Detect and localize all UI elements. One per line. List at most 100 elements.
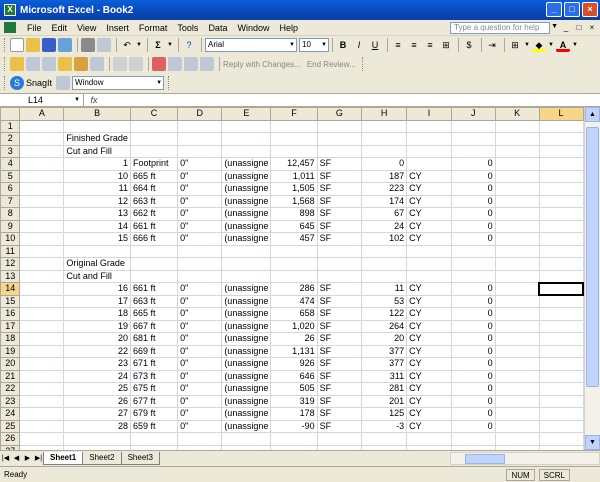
reply-with-changes-button[interactable]: Reply with Changes... — [223, 60, 301, 69]
cell[interactable] — [129, 144, 179, 158]
cell[interactable]: 12 — [63, 194, 131, 208]
cell[interactable] — [361, 144, 408, 158]
column-header-d[interactable]: D — [177, 107, 223, 121]
help-search-input[interactable]: Type a question for help — [450, 22, 550, 34]
new-icon[interactable] — [10, 38, 24, 52]
cell[interactable]: 0 — [450, 394, 496, 408]
cell[interactable] — [538, 344, 584, 358]
cell[interactable]: 264 — [361, 319, 408, 333]
cell[interactable]: 0" — [177, 307, 223, 321]
cell[interactable] — [221, 269, 272, 283]
cell[interactable] — [494, 382, 540, 396]
cell[interactable] — [19, 269, 65, 283]
cell[interactable] — [316, 269, 363, 283]
menu-insert[interactable]: Insert — [101, 23, 134, 33]
row-header[interactable]: 8 — [0, 207, 21, 221]
cell[interactable]: 0" — [177, 382, 223, 396]
toolbar-grip[interactable] — [4, 76, 7, 90]
cell[interactable] — [494, 357, 540, 371]
cell[interactable] — [19, 144, 65, 158]
permission-icon[interactable] — [58, 38, 72, 52]
italic-button[interactable]: I — [352, 38, 366, 52]
cell[interactable]: 646 — [270, 369, 318, 383]
cell[interactable]: SF — [316, 357, 363, 371]
cell[interactable] — [494, 182, 540, 196]
cell[interactable] — [494, 319, 540, 333]
vertical-scrollbar[interactable]: ▲ ▼ — [584, 107, 600, 450]
cell[interactable]: 20 — [63, 332, 131, 346]
cell[interactable]: (unassigne — [221, 182, 272, 196]
cell[interactable] — [538, 407, 584, 421]
cell[interactable]: 898 — [270, 207, 318, 221]
cell[interactable] — [494, 257, 540, 271]
underline-button[interactable]: U — [368, 38, 382, 52]
cell[interactable] — [538, 257, 584, 271]
insert-function-icon[interactable]: fx — [84, 95, 104, 105]
cell[interactable] — [221, 119, 272, 133]
cell[interactable]: 0 — [450, 157, 496, 171]
cell[interactable]: SF — [316, 394, 363, 408]
cell[interactable] — [19, 132, 65, 146]
cell[interactable] — [538, 294, 584, 308]
cell[interactable]: 0" — [177, 344, 223, 358]
column-header-f[interactable]: F — [270, 107, 318, 121]
cell[interactable] — [494, 244, 540, 258]
cell[interactable] — [19, 294, 65, 308]
cell[interactable]: 0 — [450, 307, 496, 321]
cell[interactable]: CY — [406, 169, 452, 183]
scroll-down-icon[interactable]: ▼ — [585, 435, 600, 450]
cell[interactable]: 1,020 — [270, 319, 318, 333]
borders-dropdown-icon[interactable]: ▼ — [524, 38, 530, 52]
row-header[interactable]: 1 — [0, 119, 21, 133]
help-dropdown-icon[interactable]: ▼ — [551, 23, 558, 30]
cell[interactable]: 286 — [270, 282, 318, 296]
cell[interactable]: -3 — [361, 419, 408, 433]
cell[interactable]: 661 ft — [129, 282, 179, 296]
snagit-icon[interactable]: S — [10, 76, 24, 90]
print-icon[interactable] — [81, 38, 95, 52]
cell[interactable]: 122 — [361, 307, 408, 321]
cell[interactable]: (unassigne — [221, 369, 272, 383]
cell[interactable]: 23 — [63, 357, 131, 371]
cell[interactable]: 0 — [450, 419, 496, 433]
cell[interactable]: SF — [316, 407, 363, 421]
name-box[interactable]: L14 ▼ — [0, 94, 84, 106]
cell[interactable]: (unassigne — [221, 194, 272, 208]
cell[interactable] — [19, 407, 65, 421]
cell[interactable]: CY — [406, 294, 452, 308]
row-header[interactable]: 5 — [0, 169, 21, 183]
cell[interactable]: 0 — [450, 169, 496, 183]
cell[interactable]: SF — [316, 419, 363, 433]
cell[interactable]: (unassigne — [221, 394, 272, 408]
column-header-g[interactable]: G — [316, 107, 363, 121]
cell[interactable]: 0" — [177, 219, 223, 233]
row-header[interactable]: 18 — [0, 332, 21, 346]
row-header[interactable]: 11 — [0, 244, 21, 258]
toolbar-options-icon[interactable] — [361, 57, 365, 71]
cell[interactable]: 1,131 — [270, 344, 318, 358]
fill-color-icon[interactable]: ◆ — [532, 38, 546, 52]
cell[interactable]: 0 — [450, 194, 496, 208]
doc-close-icon[interactable]: × — [586, 22, 598, 34]
cell[interactable] — [538, 419, 584, 433]
cell[interactable]: 665 ft — [129, 307, 179, 321]
folder2-icon[interactable] — [58, 57, 72, 71]
cell[interactable] — [19, 219, 65, 233]
first-sheet-icon[interactable]: |◀ — [0, 454, 11, 462]
cell[interactable] — [129, 432, 179, 446]
help-icon[interactable]: ? — [182, 38, 196, 52]
toolbar-grip[interactable] — [4, 57, 7, 71]
cell[interactable]: 667 ft — [129, 319, 179, 333]
cell[interactable] — [361, 269, 408, 283]
row-header[interactable]: 10 — [0, 232, 21, 246]
row-header[interactable]: 22 — [0, 382, 21, 396]
cell[interactable] — [19, 382, 65, 396]
cell[interactable] — [450, 257, 496, 271]
cell[interactable]: 474 — [270, 294, 318, 308]
cell[interactable]: 13 — [63, 207, 131, 221]
row-header[interactable]: 20 — [0, 357, 21, 371]
cell[interactable]: 0" — [177, 194, 223, 208]
column-header-k[interactable]: K — [494, 107, 540, 121]
doc-restore-icon[interactable]: □ — [573, 22, 585, 34]
cell[interactable] — [406, 244, 452, 258]
